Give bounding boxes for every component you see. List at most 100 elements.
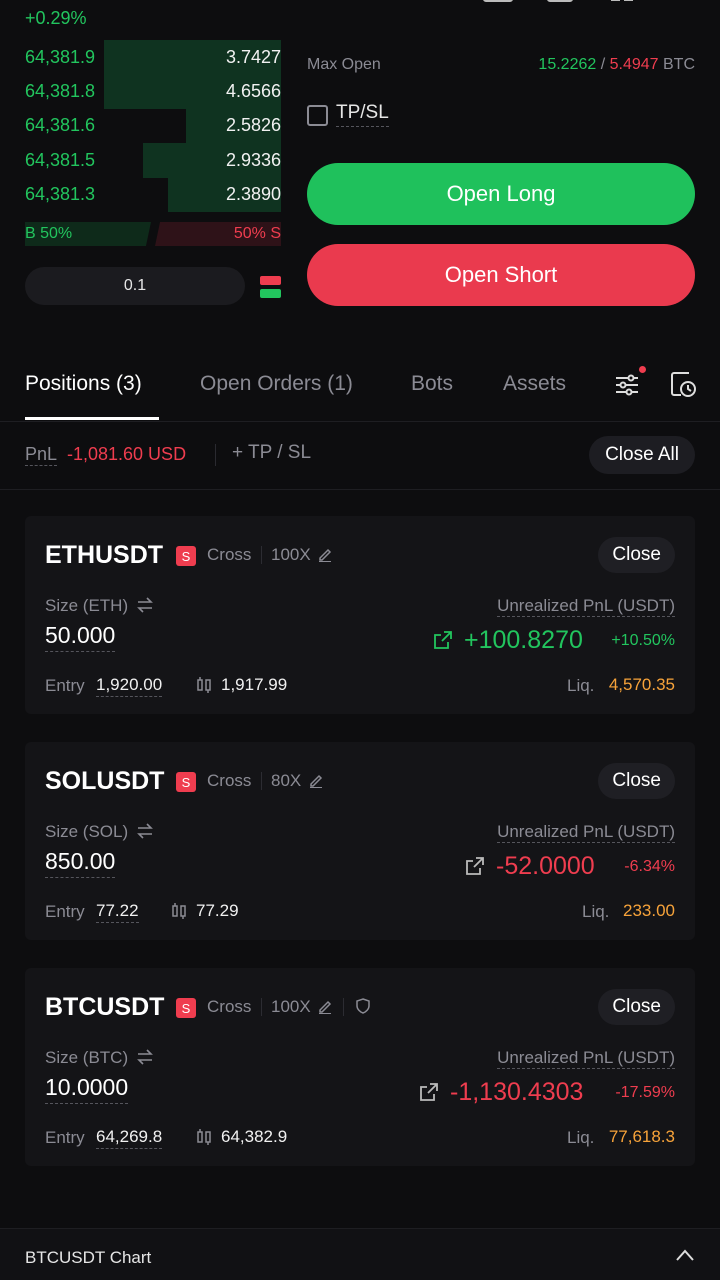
entry-label: Entry [45,676,85,695]
edit-icon[interactable] [308,772,324,788]
buy-ratio-label: B 50% [25,225,73,242]
position-symbol[interactable]: BTCUSDT [45,993,164,1022]
chevron-up-icon[interactable] [675,1248,695,1262]
add-tpsl-button[interactable]: + TP / SL [232,442,311,464]
notification-dot [639,366,646,373]
orderbook-price: 64,381.5 [25,149,96,170]
unrealized-pnl-percent: -17.59% [615,1084,675,1101]
chart-drawer-bar[interactable]: BTCUSDT Chart [0,1228,720,1280]
close-position-button[interactable]: Close [598,989,675,1025]
shield-icon[interactable] [355,998,371,1014]
filter-icon[interactable] [614,366,646,398]
position-card-solusdt: SOLUSDT S Cross 80X Close Size (SOL) 850… [25,742,695,940]
orderbook-price: 64,381.8 [25,81,96,102]
share-icon[interactable] [433,630,453,650]
orderbook-row[interactable]: 64,381.3 2.3890 [25,177,281,212]
open-long-button[interactable]: Open Long [307,163,695,225]
positions-tabs: Positions (3) Open Orders (1) Bots Asset… [0,360,720,422]
tab-bots[interactable]: Bots [411,372,453,396]
unrealized-pnl-label: Unrealized PnL (USDT) [497,596,675,617]
position-symbol[interactable]: SOLUSDT [45,767,164,796]
side-badge: S [176,998,196,1018]
side-badge: S [176,546,196,566]
unrealized-pnl-percent: -6.34% [624,858,675,875]
tab-assets[interactable]: Assets [503,372,566,396]
chart-toolbar [482,0,700,14]
orderbook-price: 64,381.3 [25,184,96,205]
max-open-separator: / [596,56,610,73]
entry-price: 64,269.8 [96,1127,163,1149]
side-badge: S [176,772,196,792]
orderbook-bids: 64,381.9 3.7427 64,381.8 4.6566 64,381.6… [25,40,281,212]
position-size: 10.0000 [45,1074,129,1104]
tab-positions[interactable]: Positions (3) [25,372,142,396]
size-label: Size (ETH) [45,596,129,615]
size-label: Size (BTC) [45,1048,129,1067]
orderbook-qty: 2.3890 [225,184,281,205]
entry-price: 77.22 [96,901,139,923]
orderbook-qty: 4.6566 [225,81,281,102]
max-open-label: Max Open [307,56,381,73]
liq-label: Liq. [567,676,595,695]
orderbook-row[interactable]: 64,381.6 2.5826 [25,108,281,144]
chart-drawer-title: BTCUSDT Chart [25,1248,152,1267]
close-all-button[interactable]: Close All [589,436,695,474]
max-open-unit: BTC [658,56,695,73]
entry-label: Entry [45,902,85,921]
pnl-label: PnL [25,444,58,466]
orderbook-row[interactable]: 64,381.5 2.9336 [25,143,281,178]
margin-mode: Cross [207,771,252,790]
orderbook-view-toggle-icon[interactable] [260,276,281,298]
history-icon[interactable] [669,370,697,398]
unrealized-pnl-percent: +10.50% [611,632,675,649]
close-position-button[interactable]: Close [598,763,675,799]
liq-label: Liq. [567,1128,595,1147]
orderbook-qty: 3.7427 [225,46,281,67]
swap-icon[interactable] [136,597,154,613]
edit-icon[interactable] [317,546,333,562]
divider [261,546,262,564]
mark-price-icon [172,903,186,919]
mark-price: 64,382.9 [221,1127,288,1146]
leverage[interactable]: 100X [271,545,311,565]
leverage[interactable]: 80X [271,771,301,791]
candlestick-icon[interactable] [606,0,638,14]
calculator-icon[interactable] [544,0,576,14]
unrealized-pnl-value: -52.0000 [496,852,595,880]
edit-icon[interactable] [317,998,333,1014]
swap-icon[interactable] [136,823,154,839]
max-open-short: 5.4947 [609,56,659,73]
position-card-btcusdt: BTCUSDT S Cross 100X Close Size (BTC) 10… [25,968,695,1166]
share-icon[interactable] [465,856,485,876]
liq-price: 77,618.3 [608,1127,675,1146]
mark-price: 1,917.99 [221,675,288,694]
divider [215,444,216,466]
liq-price: 233.00 [623,901,675,920]
active-tab-indicator [25,417,159,420]
pnl-value: -1,081.60 USD [67,444,187,464]
more-icon[interactable] [668,0,700,14]
sell-ratio-label: 50% S [233,225,281,242]
tpsl-label[interactable]: TP/SL [336,102,389,127]
open-short-button[interactable]: Open Short [307,244,695,306]
position-size: 50.000 [45,622,116,652]
orderbook-row[interactable]: 64,381.8 4.6566 [25,74,281,109]
trade-panel: +0.29% 64,381.9 3.7427 64,381.8 4.6566 6… [0,0,720,340]
tab-open-orders[interactable]: Open Orders (1) [200,372,353,396]
orderbook-qty: 2.5826 [225,115,281,136]
chart-type-icon[interactable] [482,0,514,14]
margin-mode: Cross [207,545,252,564]
unrealized-pnl-value: -1,130.4303 [450,1078,584,1106]
entry-price: 1,920.00 [96,675,163,697]
entry-label: Entry [45,1128,85,1147]
share-icon[interactable] [419,1082,439,1102]
leverage[interactable]: 100X [271,997,311,1017]
orderbook-price: 64,381.6 [25,115,96,136]
depth-step-select[interactable]: 0.1 [25,267,245,305]
orderbook-row[interactable]: 64,381.9 3.7427 [25,40,281,75]
swap-icon[interactable] [136,1049,154,1065]
tpsl-checkbox[interactable] [307,105,328,126]
close-position-button[interactable]: Close [598,537,675,573]
position-symbol[interactable]: ETHUSDT [45,541,163,570]
unrealized-pnl-value: +100.8270 [464,626,583,654]
